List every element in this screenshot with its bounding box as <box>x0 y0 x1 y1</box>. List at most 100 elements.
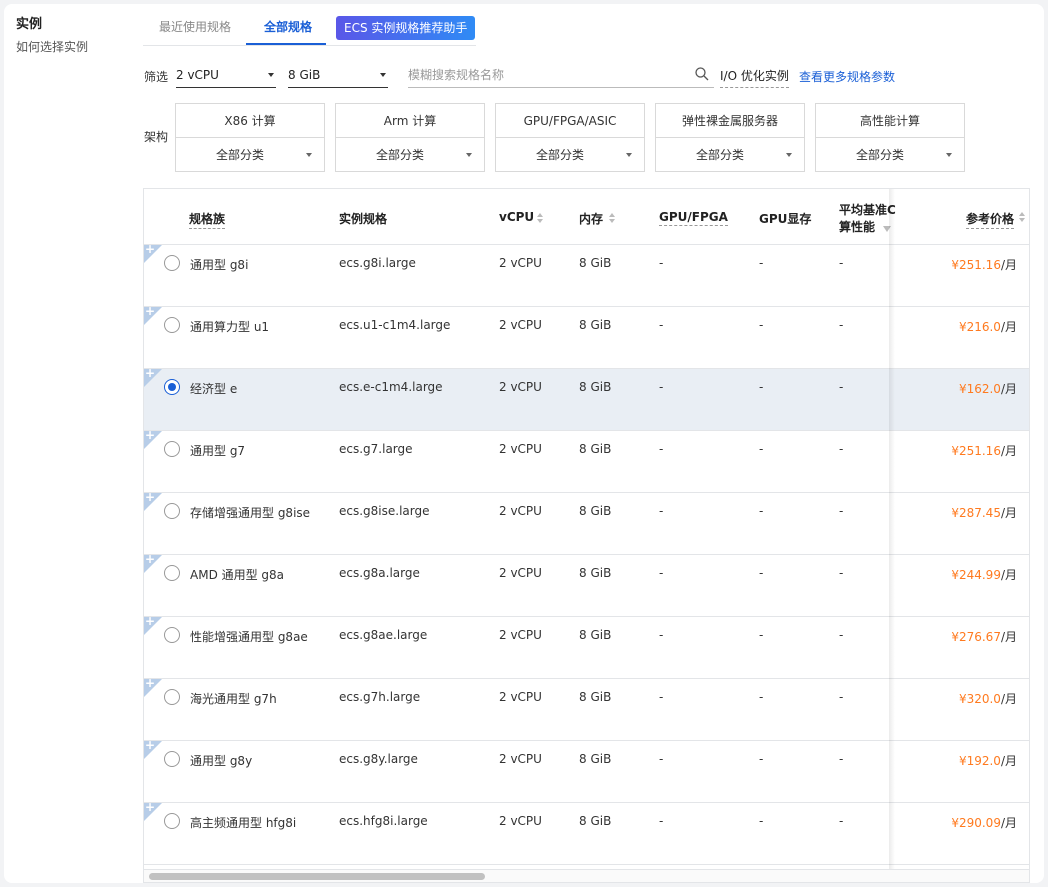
arch-x86-category-value: 全部分类 <box>215 148 264 162</box>
cell-memory: 8 GiB <box>579 566 612 580</box>
arch-arm-category-value: 全部分类 <box>375 148 424 162</box>
ecs-spec-assistant-button[interactable]: ECS 实例规格推荐助手 <box>336 16 476 40</box>
plus-icon: + <box>145 614 156 628</box>
scrollbar-thumb[interactable] <box>149 873 485 880</box>
table-row[interactable]: + 海光通用型 g7h ecs.g7h.large 2 vCPU 8 GiB - - - ¥32… <box>144 676 1029 741</box>
cell-gpu: - <box>659 442 664 456</box>
table-row[interactable]: + 经济型 e ecs.e-c1m4.large 2 vCPU 8 GiB - - - ¥162… <box>144 366 1029 431</box>
fixed-column-shadow <box>889 189 895 882</box>
arch-gpu-title[interactable]: GPU/FPGA/ASIC <box>496 104 644 138</box>
arch-gpu-category-select[interactable]: 全部分类 <box>496 138 644 172</box>
cell-gpu-memory: - <box>759 504 764 518</box>
vcpu-select[interactable]: 2 vCPU <box>176 64 276 88</box>
arch-x86-title[interactable]: X86 计算 <box>176 104 324 138</box>
cell-gpu-memory: - <box>759 318 764 332</box>
row-radio[interactable] <box>164 441 180 457</box>
cell-gpu-memory: - <box>759 256 764 270</box>
col-price[interactable]: 参考价格 <box>966 210 1015 229</box>
col-baseline[interactable]: 平均基准C 算性能 <box>839 202 896 236</box>
table-row[interactable]: + 通用型 g8y ecs.g8y.large 2 vCPU 8 GiB - - - ¥192.… <box>144 738 1029 803</box>
row-radio[interactable] <box>164 317 180 333</box>
cell-family: 海光通用型 g7h <box>190 692 277 706</box>
cell-gpu: - <box>659 566 664 580</box>
plus-icon: + <box>145 676 156 690</box>
cell-vcpu: 2 vCPU <box>499 752 542 766</box>
horizontal-scrollbar[interactable] <box>144 869 1029 882</box>
memory-select-value: 8 GiB <box>288 68 321 82</box>
cell-vcpu: 2 vCPU <box>499 256 542 270</box>
cell-gpu-memory: - <box>759 690 764 704</box>
arch-hpc[interactable]: 高性能计算 全部分类 <box>815 103 965 172</box>
table-row[interactable]: + 通用型 g7 ecs.g7.large 2 vCPU 8 GiB - - - ¥251.16… <box>144 428 1029 493</box>
arch-gpu[interactable]: GPU/FPGA/ASIC 全部分类 <box>495 103 645 172</box>
cell-price: ¥290.09/月 <box>951 814 1017 831</box>
row-radio[interactable] <box>164 503 180 519</box>
cell-baseline: - <box>839 318 844 332</box>
col-vcpu[interactable]: vCPU <box>499 210 543 224</box>
cell-spec: ecs.e-c1m4.large <box>339 380 443 394</box>
arch-hpc-category-select[interactable]: 全部分类 <box>816 138 964 172</box>
arch-arm-category-select[interactable]: 全部分类 <box>336 138 484 172</box>
tab-recent[interactable]: 最近使用规格 <box>159 16 231 38</box>
cell-baseline: - <box>839 380 844 394</box>
sort-icon[interactable] <box>537 213 545 225</box>
cell-memory: 8 GiB <box>579 380 612 394</box>
cell-memory: 8 GiB <box>579 814 612 828</box>
price-amount: ¥287.45 <box>951 506 1001 520</box>
tab-all[interactable]: 全部规格 <box>264 16 312 38</box>
arch-x86-category-select[interactable]: 全部分类 <box>176 138 324 172</box>
arch-x86[interactable]: X86 计算 全部分类 <box>175 103 325 172</box>
spec-search-input[interactable] <box>408 64 678 86</box>
cell-memory: 8 GiB <box>579 628 612 642</box>
sort-icon[interactable] <box>609 213 617 225</box>
price-unit: /月 <box>1000 320 1017 334</box>
col-family[interactable]: 规格族 <box>189 210 226 229</box>
col-gpu[interactable]: GPU/FPGA <box>659 210 728 226</box>
how-to-choose-link[interactable]: 如何选择实例 <box>16 38 88 55</box>
cell-baseline: - <box>839 690 844 704</box>
row-radio[interactable] <box>164 627 180 643</box>
row-radio[interactable] <box>164 689 180 705</box>
cell-spec: ecs.g8ise.large <box>339 504 430 518</box>
row-radio[interactable] <box>164 751 180 767</box>
cell-gpu: - <box>659 380 664 394</box>
sort-icon[interactable] <box>1019 212 1027 224</box>
col-baseline-line1: 平均基准C <box>839 203 896 217</box>
row-radio[interactable] <box>164 813 180 829</box>
table-row[interactable]: + 性能增强通用型 g8ae ecs.g8ae.large 2 vCPU 8 GiB - -… <box>144 614 1029 679</box>
cell-memory: 8 GiB <box>579 442 612 456</box>
table-row[interactable]: + 通用型 g8i ecs.g8i.large 2 vCPU 8 GiB - - - ¥251.… <box>144 242 1029 307</box>
row-radio[interactable] <box>164 379 180 395</box>
arch-arm-title[interactable]: Arm 计算 <box>336 104 484 138</box>
cell-gpu-memory: - <box>759 814 764 828</box>
active-tab-indicator <box>246 43 326 45</box>
memory-select[interactable]: 8 GiB <box>288 64 388 88</box>
table-row[interactable]: + AMD 通用型 g8a ecs.g8a.large 2 vCPU 8 GiB - - - ¥… <box>144 552 1029 617</box>
cell-memory: 8 GiB <box>579 318 612 332</box>
cell-vcpu: 2 vCPU <box>499 504 542 518</box>
price-amount: ¥276.67 <box>951 630 1001 644</box>
cell-gpu-memory: - <box>759 380 764 394</box>
arch-bare-metal-title[interactable]: 弹性裸金属服务器 <box>656 104 804 138</box>
cell-spec: ecs.g8y.large <box>339 752 418 766</box>
spec-tabs: 最近使用规格 全部规格 ECS 实例规格推荐助手 <box>143 8 476 46</box>
spec-table: 规格族 实例规格 vCPU 内存 GPU/FPGA GPU显存 平均基准C 算性… <box>143 188 1030 883</box>
col-memory[interactable]: 内存 <box>579 210 615 227</box>
row-radio[interactable] <box>164 565 180 581</box>
search-icon[interactable] <box>694 66 710 82</box>
row-radio[interactable] <box>164 255 180 271</box>
table-row[interactable]: + 存储增强通用型 g8ise ecs.g8ise.large 2 vCPU 8 GiB… <box>144 490 1029 555</box>
arch-hpc-title[interactable]: 高性能计算 <box>816 104 964 138</box>
arch-bare-metal[interactable]: 弹性裸金属服务器 全部分类 <box>655 103 805 172</box>
arch-bare-metal-category-select[interactable]: 全部分类 <box>656 138 804 172</box>
more-params-link[interactable]: 查看更多规格参数 <box>799 64 895 90</box>
cell-gpu: - <box>659 690 664 704</box>
price-amount: ¥290.09 <box>951 816 1001 830</box>
arch-bare-metal-category-value: 全部分类 <box>695 148 744 162</box>
price-amount: ¥244.99 <box>951 568 1001 582</box>
table-row[interactable]: + 高主频通用型 hfg8i ecs.hfg8i.large 2 vCPU 8 GiB -… <box>144 800 1029 865</box>
cell-baseline: - <box>839 442 844 456</box>
table-row[interactable]: + 通用算力型 u1 ecs.u1-c1m4.large 2 vCPU 8 GiB - - -… <box>144 304 1029 369</box>
arch-arm[interactable]: Arm 计算 全部分类 <box>335 103 485 172</box>
cell-gpu-memory: - <box>759 628 764 642</box>
